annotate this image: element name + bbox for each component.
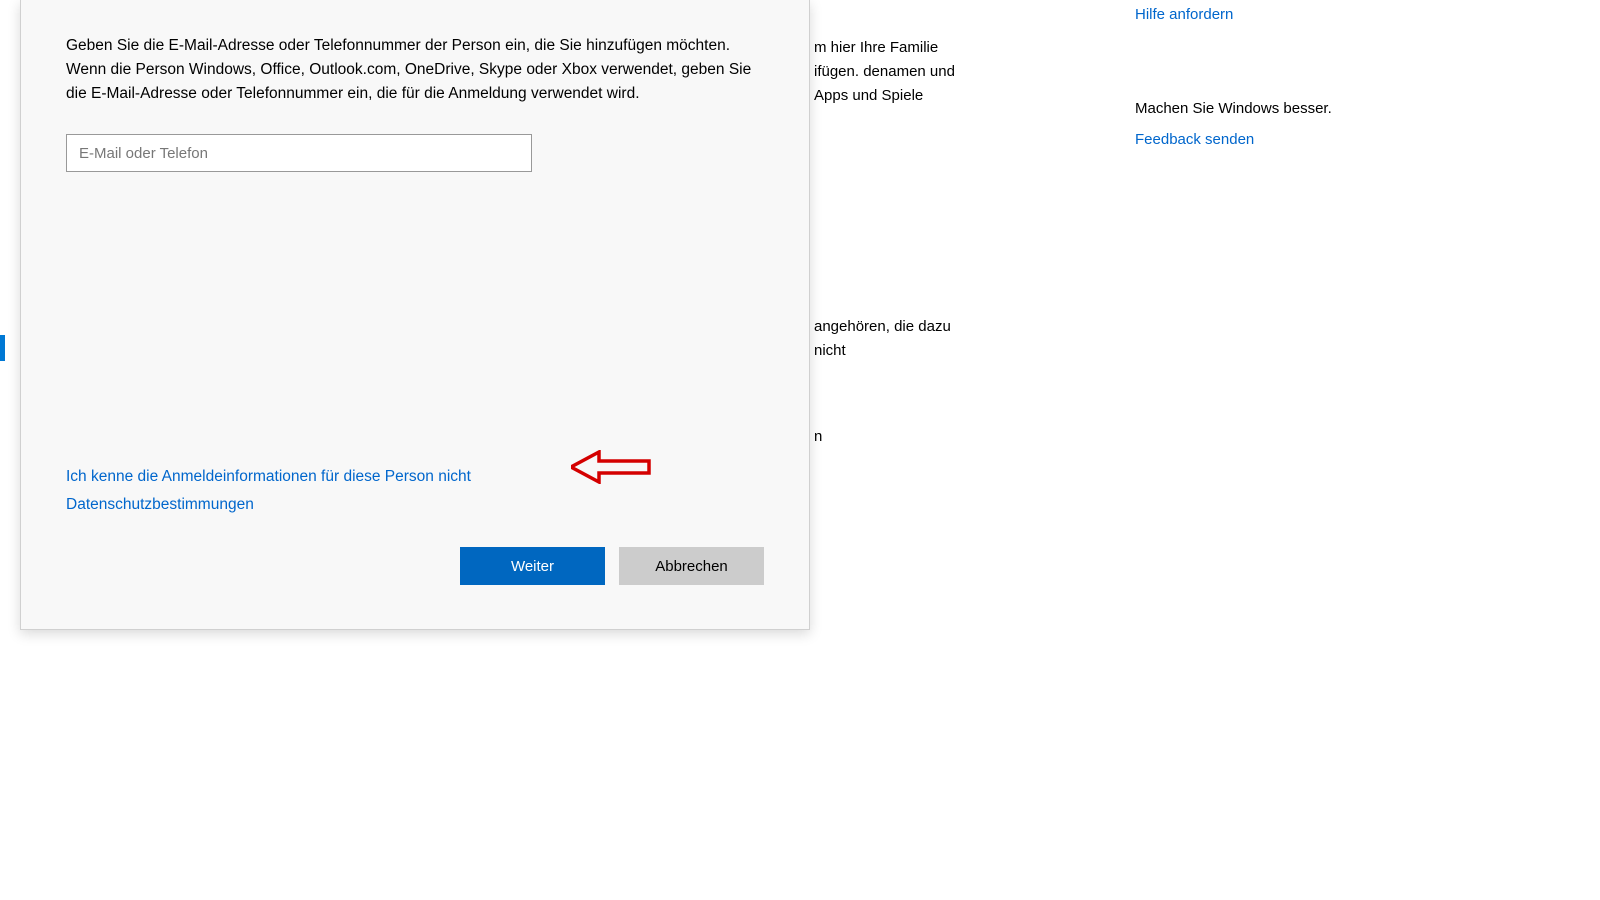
help-sidebar: Hilfe anfordern Machen Sie Windows besse… bbox=[1135, 4, 1435, 150]
no-credentials-link[interactable]: Ich kenne die Anmeldeinformationen für d… bbox=[66, 468, 471, 486]
red-arrow-annotation bbox=[571, 450, 651, 484]
dialog-instruction: Geben Sie die E-Mail-Adresse oder Telefo… bbox=[66, 34, 764, 106]
feedback-link[interactable]: Feedback senden bbox=[1135, 129, 1435, 150]
privacy-link[interactable]: Datenschutzbestimmungen bbox=[66, 496, 471, 514]
background-text-members: angehören, die dazu nicht bbox=[814, 315, 964, 363]
nav-active-indicator bbox=[0, 335, 5, 361]
help-link[interactable]: Hilfe anfordern bbox=[1135, 4, 1435, 25]
add-user-dialog: Geben Sie die E-Mail-Adresse oder Telefo… bbox=[20, 0, 810, 630]
background-text-fragment: n bbox=[814, 428, 822, 445]
email-phone-input[interactable] bbox=[66, 134, 532, 172]
cancel-button[interactable]: Abbrechen bbox=[619, 547, 764, 585]
next-button[interactable]: Weiter bbox=[460, 547, 605, 585]
dialog-button-row: Weiter Abbrechen bbox=[460, 547, 764, 585]
background-text-family: m hier Ihre Familie ifügen. denamen und … bbox=[814, 36, 984, 108]
dialog-body: Geben Sie die E-Mail-Adresse oder Telefo… bbox=[21, 0, 809, 629]
feedback-heading: Machen Sie Windows besser. bbox=[1135, 100, 1435, 117]
dialog-links: Ich kenne die Anmeldeinformationen für d… bbox=[66, 468, 471, 524]
